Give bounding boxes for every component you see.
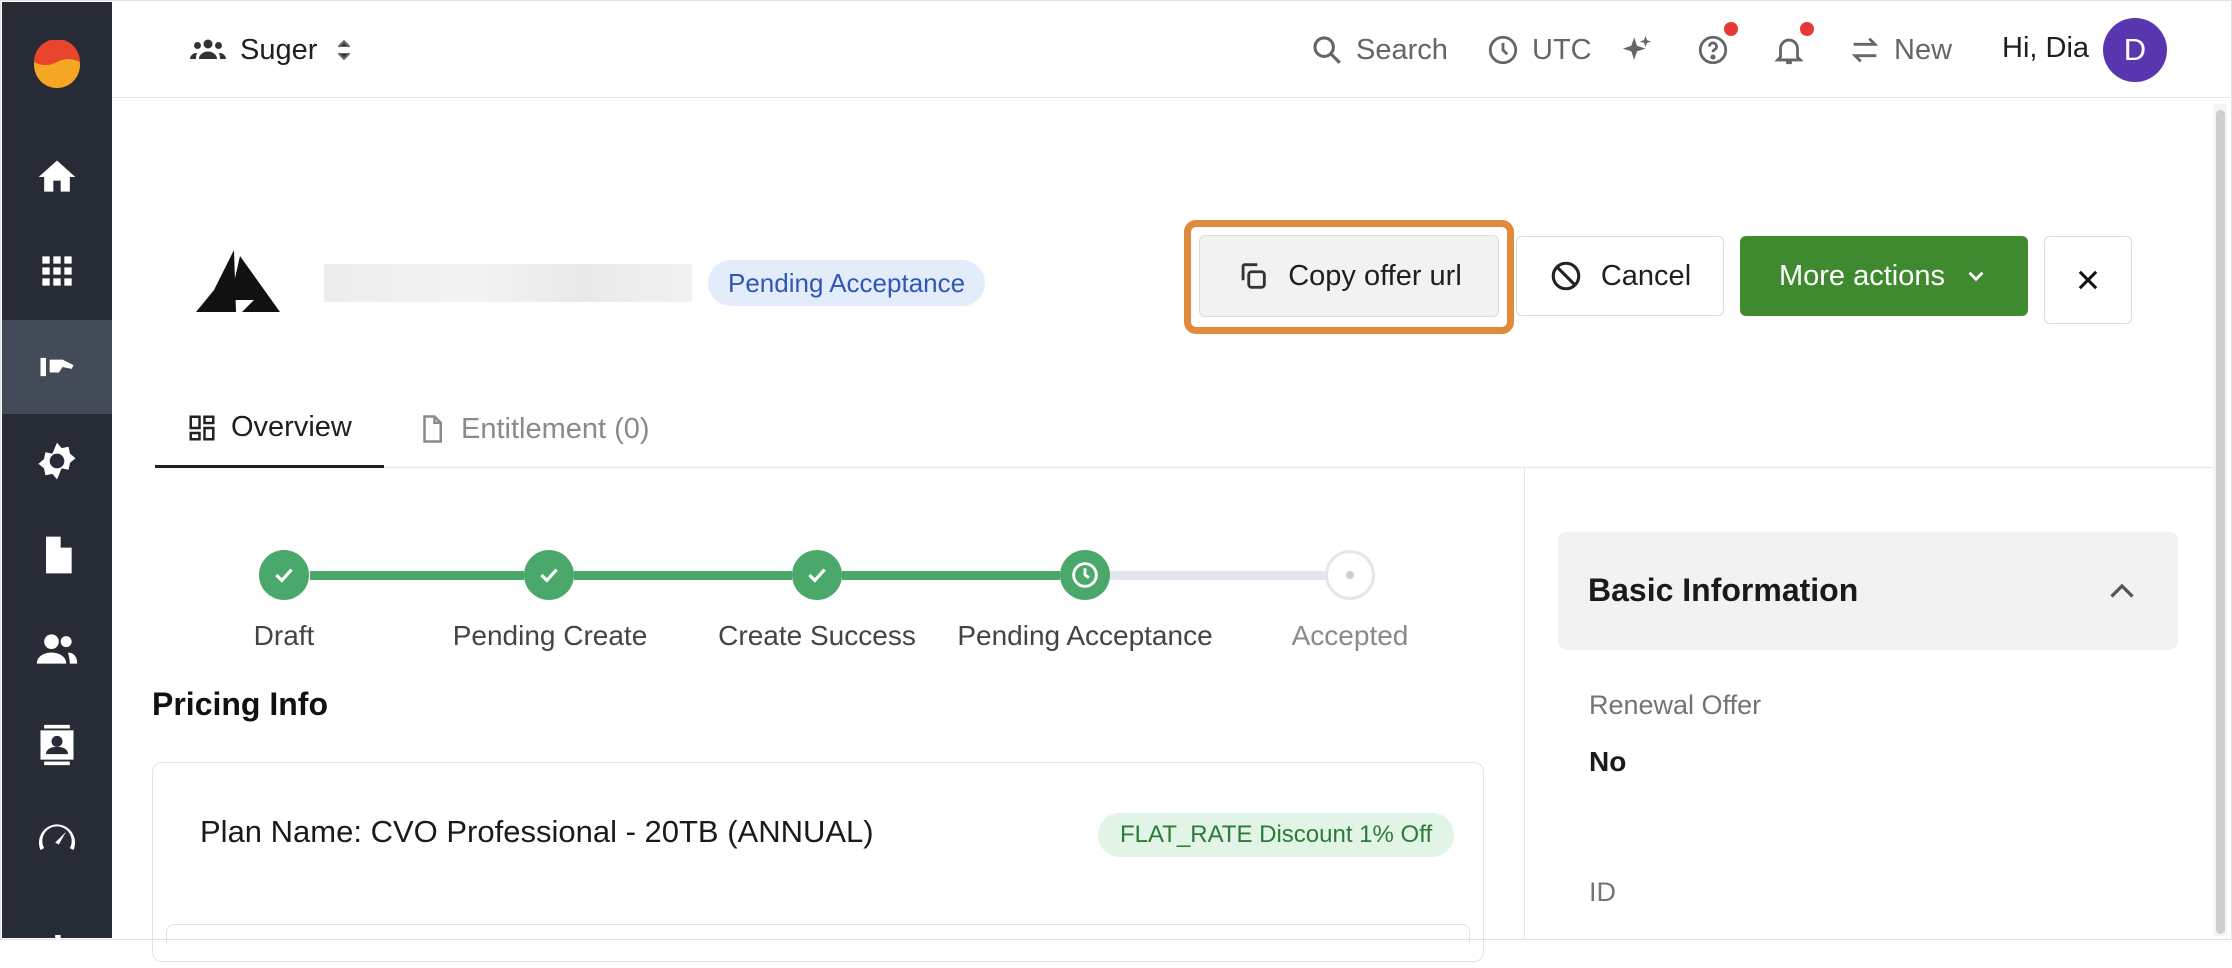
timezone-label: UTC bbox=[1532, 33, 1592, 66]
check-icon bbox=[808, 568, 826, 583]
status-badge: Pending Acceptance bbox=[708, 260, 986, 306]
clock-icon bbox=[1488, 35, 1518, 65]
speedometer-icon bbox=[38, 824, 76, 850]
scrollbar-thumb[interactable] bbox=[2216, 110, 2225, 934]
basic-information-header[interactable]: Basic Information bbox=[1558, 532, 2178, 650]
sidebar-item-apps[interactable] bbox=[2, 224, 112, 318]
clock-icon bbox=[1072, 562, 1098, 588]
step-connector bbox=[574, 571, 792, 580]
renewal-offer-value: No bbox=[1589, 746, 1627, 777]
check-icon bbox=[540, 568, 558, 583]
tab-bar: Overview Entitlement (0) bbox=[155, 390, 2213, 468]
chevron-up-icon bbox=[2110, 583, 2134, 598]
swap-icon bbox=[1851, 37, 1879, 63]
contacts-icon bbox=[40, 724, 74, 766]
search-button[interactable]: Search bbox=[1310, 28, 1448, 72]
step-connector bbox=[1110, 571, 1328, 580]
apps-grid-icon bbox=[42, 256, 72, 286]
sidebar-item-home[interactable] bbox=[2, 130, 112, 224]
group-icon bbox=[190, 39, 226, 59]
more-actions-label: More actions bbox=[1778, 259, 1945, 292]
step-connector bbox=[310, 571, 524, 580]
sidebar-item-contacts[interactable] bbox=[2, 698, 112, 792]
sidebar-item-offers[interactable] bbox=[2, 320, 112, 414]
copy-offer-url-button[interactable]: Copy offer url bbox=[1199, 235, 1499, 317]
panel-divider bbox=[1524, 468, 1525, 940]
cancel-button[interactable]: Cancel bbox=[1516, 236, 1724, 316]
block-icon bbox=[1551, 261, 1581, 291]
document-icon bbox=[46, 536, 72, 574]
search-icon bbox=[1313, 36, 1341, 64]
ai-assistant-button[interactable] bbox=[1620, 28, 1654, 72]
help-button[interactable] bbox=[1696, 28, 1730, 72]
sidebar-item-documents[interactable] bbox=[2, 508, 112, 602]
step-pending-acceptance-marker bbox=[1060, 550, 1110, 600]
sidebar bbox=[2, 2, 112, 965]
step-label: Accepted bbox=[1291, 620, 1409, 651]
people-icon bbox=[36, 634, 78, 664]
cancel-label: Cancel bbox=[1600, 259, 1692, 292]
file-icon bbox=[423, 415, 442, 443]
notification-dot bbox=[1800, 22, 1814, 36]
home-icon bbox=[38, 160, 76, 192]
user-greeting: Hi, Dia bbox=[2002, 32, 2090, 64]
avatar[interactable]: D bbox=[2103, 18, 2167, 82]
sidebar-item-settings[interactable] bbox=[2, 414, 112, 508]
org-name: Suger bbox=[240, 33, 318, 66]
unfold-icon bbox=[338, 39, 351, 61]
more-actions-button[interactable]: More actions bbox=[1740, 236, 2028, 316]
tab-overview-label: Overview bbox=[231, 411, 352, 443]
id-label: ID bbox=[1589, 877, 1616, 907]
close-icon bbox=[2078, 270, 2098, 290]
timezone-button[interactable]: UTC bbox=[1486, 28, 1592, 72]
tab-entitlement[interactable]: Entitlement (0) bbox=[385, 390, 682, 468]
bell-icon bbox=[1774, 38, 1804, 65]
help-notification-dot bbox=[1724, 22, 1738, 36]
copy-icon bbox=[1241, 263, 1266, 289]
step-draft-marker bbox=[259, 550, 309, 600]
step-label: Draft bbox=[253, 620, 315, 651]
close-button[interactable] bbox=[2044, 236, 2132, 324]
notifications-button[interactable] bbox=[1772, 28, 1806, 72]
dashboard-icon bbox=[189, 415, 215, 440]
check-icon bbox=[275, 568, 293, 583]
step-accepted-marker bbox=[1325, 550, 1375, 600]
offers-icon bbox=[40, 357, 74, 377]
step-create-success-marker bbox=[792, 550, 842, 600]
basic-information-title: Basic Information bbox=[1588, 572, 1859, 608]
sidebar-item-performance[interactable] bbox=[2, 792, 112, 886]
azure-logo-icon bbox=[196, 250, 280, 312]
step-label: Pending Acceptance bbox=[957, 620, 1213, 651]
step-connector bbox=[842, 571, 1060, 580]
new-button[interactable]: New bbox=[1848, 28, 1952, 72]
step-pending-create-marker bbox=[524, 550, 574, 600]
step-label: Create Success bbox=[718, 620, 916, 651]
chevron-down-icon bbox=[1968, 271, 1984, 282]
app-logo-icon[interactable] bbox=[32, 40, 82, 90]
pending-dot bbox=[1346, 571, 1354, 579]
step-label: Pending Create bbox=[452, 620, 648, 651]
new-label: New bbox=[1894, 33, 1953, 66]
org-switcher[interactable]: Suger bbox=[190, 28, 357, 72]
sidebar-item-analytics[interactable] bbox=[2, 886, 112, 965]
bar-chart-icon bbox=[44, 935, 72, 965]
discount-badge: FLAT_RATE Discount 1% Off bbox=[1098, 813, 1455, 857]
settings-gear-icon bbox=[38, 442, 76, 480]
sparkle-icon bbox=[1622, 35, 1652, 60]
offer-name-redacted bbox=[324, 264, 692, 302]
top-bar: Suger Search UTC New Hi, Dia D bbox=[112, 2, 2230, 98]
help-icon bbox=[1698, 35, 1728, 65]
search-label: Search bbox=[1356, 33, 1448, 66]
plan-details-panel bbox=[166, 924, 1470, 944]
copy-offer-url-label: Copy offer url bbox=[1288, 259, 1462, 292]
plan-name: Plan Name: CVO Professional - 20TB (ANNU… bbox=[200, 814, 874, 849]
pricing-info-title: Pricing Info bbox=[152, 686, 328, 722]
tab-overview[interactable]: Overview bbox=[155, 390, 384, 468]
tab-entitlement-label: Entitlement (0) bbox=[461, 412, 650, 445]
renewal-offer-label: Renewal Offer bbox=[1589, 690, 1762, 720]
sidebar-item-people[interactable] bbox=[2, 602, 112, 696]
